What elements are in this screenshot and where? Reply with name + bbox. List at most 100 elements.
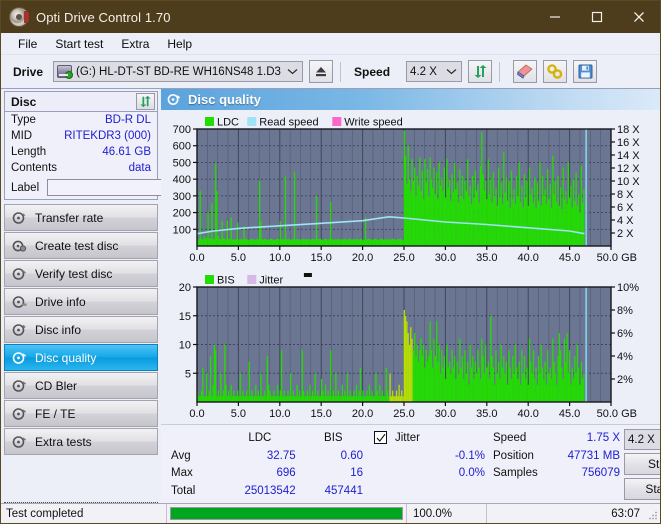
table-row — [489, 482, 624, 500]
svg-text:LDC: LDC — [217, 117, 239, 129]
sidebar-item-transfer-rate[interactable]: Transfer rate — [4, 204, 158, 231]
max-bis-value: 16 — [350, 467, 363, 480]
disc-row-type: Type BD-R DL — [5, 112, 157, 128]
svg-text:10.0: 10.0 — [269, 252, 290, 264]
window-controls — [534, 1, 660, 33]
svg-text:45.0: 45.0 — [559, 252, 580, 264]
sidebar-item-label: Disc quality — [35, 350, 97, 365]
sidebar-item-fe-te[interactable]: FE / TE — [4, 400, 158, 427]
tools-button[interactable] — [543, 60, 568, 83]
svg-text:Write speed: Write speed — [344, 117, 403, 129]
svg-text:20.0: 20.0 — [352, 252, 373, 264]
disc-create-icon — [12, 239, 29, 253]
samples-stat-value: 756079 — [581, 467, 620, 480]
maximize-icon[interactable] — [576, 1, 618, 33]
disc-row-contents-key: Contents — [11, 162, 58, 174]
speed-select-value: 4.2 X — [410, 65, 437, 78]
refresh-button[interactable] — [468, 60, 493, 83]
sidebar-item-label: Transfer rate — [35, 210, 104, 225]
sidebar-item-verify-test-disc[interactable]: Verify test disc — [4, 260, 158, 287]
table-row: Max 696 16 — [167, 465, 367, 483]
row-label-max: Max — [171, 467, 193, 480]
svg-text:30.0: 30.0 — [435, 408, 456, 420]
statistics-panel: LDC BIS Avg 32.75 0.60 Max 696 16 Total … — [161, 424, 660, 506]
erase-button[interactable] — [513, 60, 538, 83]
svg-text:16 X: 16 X — [617, 137, 640, 149]
start-part-button[interactable]: Start part — [624, 478, 660, 500]
total-ldc-value: 25013542 — [244, 485, 296, 498]
sidebar: Disc Type BD-R DL MID RITEKDR3 (000) Len… — [1, 89, 254, 523]
svg-text:0.0: 0.0 — [189, 252, 204, 264]
disc-panel-header: Disc — [5, 92, 157, 112]
start-full-button[interactable]: Start full — [624, 453, 660, 475]
svg-text:2 X: 2 X — [617, 228, 634, 240]
sidebar-item-label: FE / TE — [35, 406, 76, 421]
svg-text:10 X: 10 X — [617, 176, 640, 188]
speed-stat-label: Speed — [493, 431, 527, 444]
disc-quality-icon — [12, 351, 29, 365]
sidebar-item-disc-info[interactable]: Disc info — [4, 316, 158, 343]
drive-select[interactable]: (G:) HL-DT-ST BD-RE WH16NS48 1.D3 — [53, 61, 304, 82]
disc-row-mid-value: RITEKDR3 (000) — [64, 130, 151, 142]
sidebar-item-drive-info[interactable]: Drive info — [4, 288, 158, 315]
avg-ldc-value: 32.75 — [266, 449, 296, 462]
speed-select[interactable]: 4.2 X — [406, 61, 463, 82]
row-label-avg: Avg — [171, 449, 191, 462]
svg-text:600: 600 — [173, 141, 191, 153]
table-row: 0.0% — [367, 465, 489, 483]
drive-stats-table: Speed 1.75 X Position 47731 MB Samples 7… — [489, 429, 624, 500]
menu-item-help[interactable]: Help — [158, 35, 201, 53]
bis-chart[interactable]: BIS Jitter 5 10 15 20 2% 4% 6% 8% 10% 0.0 5.0 10.0 15.… — [161, 268, 660, 424]
close-icon[interactable] — [618, 1, 660, 33]
save-button[interactable] — [573, 60, 598, 83]
sidebar-item-label: CD Bler — [35, 378, 78, 393]
sidebar-item-extra-tests[interactable]: Extra tests — [4, 428, 158, 455]
disc-label-row: Label — [5, 176, 254, 199]
svg-text:50.0 GB: 50.0 GB — [597, 252, 637, 264]
error-stats-table: LDC BIS Avg 32.75 0.60 Max 696 16 Total … — [167, 429, 367, 500]
svg-text:15: 15 — [179, 311, 191, 323]
speed-stat-value: 1.75 X — [586, 431, 620, 444]
test-speed-select[interactable]: 4.2 X — [624, 429, 660, 450]
progress-bar-fill — [171, 508, 402, 519]
application-window: Opti Drive Control 1.70 File Start test … — [0, 0, 661, 524]
sidebar-item-cd-bler[interactable]: CD Bler — [4, 372, 158, 399]
svg-text:18 X: 18 X — [617, 124, 640, 136]
sidebar-item-label: Disc info — [35, 322, 82, 337]
avg-bis-value: 0.60 — [340, 449, 363, 462]
disc-row-length-key: Length — [11, 146, 47, 158]
menu-item-file[interactable]: File — [9, 35, 46, 53]
disc-bler-icon — [12, 379, 29, 393]
drive-toolbar: Drive (G:) HL-DT-ST BD-RE WH16NS48 1.D3 … — [1, 55, 660, 89]
svg-text:35.0: 35.0 — [476, 408, 497, 420]
sidebar-item-label: Verify test disc — [35, 266, 113, 281]
svg-text:30.0: 30.0 — [435, 252, 456, 264]
jitter-checkbox[interactable] — [374, 431, 387, 445]
menu-item-extra[interactable]: Extra — [112, 35, 158, 53]
sidebar-item-create-test-disc[interactable]: Create test disc — [4, 232, 158, 259]
svg-text:300: 300 — [173, 191, 191, 203]
svg-text:6%: 6% — [617, 328, 633, 340]
progress-percent: 100.0% — [406, 504, 486, 523]
disc-info-icon — [12, 323, 29, 337]
disc-refresh-button[interactable] — [136, 93, 155, 110]
disc-row-mid: MID RITEKDR3 (000) — [5, 128, 157, 144]
disc-label-key: Label — [11, 181, 40, 194]
resize-grip-icon[interactable] — [647, 509, 659, 521]
svg-text:5.0: 5.0 — [231, 408, 246, 420]
sidebar-item-label: Drive info — [35, 294, 86, 309]
menu-item-start-test[interactable]: Start test — [46, 35, 112, 53]
disc-row-type-value: BD-R DL — [104, 114, 151, 126]
disc-drive-icon — [12, 295, 29, 309]
content-header-title: Disc quality — [188, 92, 261, 107]
table-row: -0.1% — [367, 447, 489, 465]
ldc-chart[interactable]: LDC Read speed Write speed 100 200 300 400 500 6… — [161, 110, 660, 268]
eject-button[interactable] — [309, 60, 334, 83]
disc-info-panel: Disc Type BD-R DL MID RITEKDR3 (000) Len… — [4, 91, 254, 200]
toolbar-divider — [499, 61, 501, 82]
sidebar-item-disc-quality[interactable]: Disc quality — [4, 344, 158, 371]
disc-row-type-key: Type — [11, 114, 36, 126]
max-ldc-value: 696 — [276, 467, 296, 480]
minimize-icon[interactable] — [534, 1, 576, 33]
